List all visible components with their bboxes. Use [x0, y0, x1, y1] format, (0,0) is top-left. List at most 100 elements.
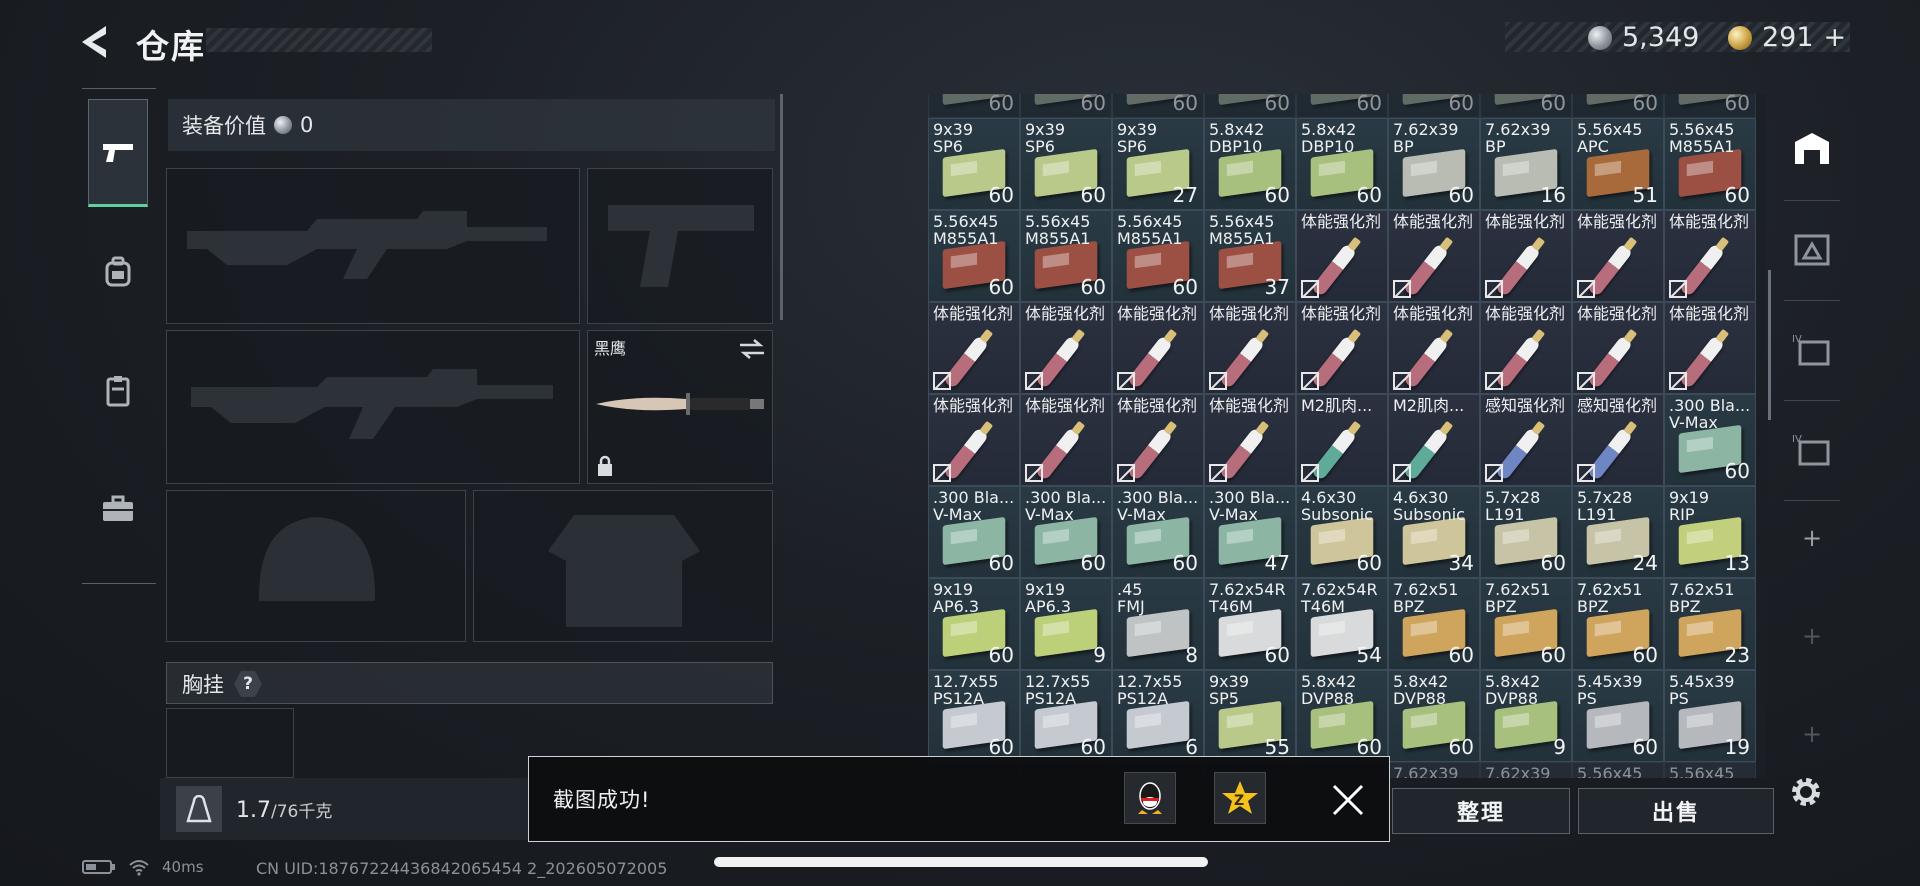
inventory-item[interactable]: 体能强化剂 [1296, 302, 1388, 394]
tool-add-2[interactable]: + [1776, 588, 1848, 684]
inventory-item[interactable]: 60 [1480, 94, 1572, 118]
inventory-item[interactable]: 5.7x28 L191 24 [1572, 486, 1664, 578]
inventory-item[interactable]: 60 [1296, 94, 1388, 118]
inventory-item[interactable]: 5.8x42 DBP10 60 [1296, 118, 1388, 210]
inventory-item[interactable]: 9x39 SP5 55 [1204, 670, 1296, 762]
tool-add-3[interactable]: + [1776, 686, 1848, 782]
inventory-item[interactable]: 5.7x28 L191 60 [1480, 486, 1572, 578]
inventory-item[interactable]: 5.45x39 PS 60 [1572, 670, 1664, 762]
inventory-item[interactable]: 60 [1020, 94, 1112, 118]
inventory-item[interactable]: 7.62x51 BPZ 60 [1572, 578, 1664, 670]
inventory-item[interactable]: 4.6x30 Subsonic 34 [1388, 486, 1480, 578]
pistol-slot[interactable] [587, 168, 773, 324]
inventory-item[interactable]: 9x39 SP6 60 [1020, 118, 1112, 210]
inventory-item[interactable]: 9x39 SP6 60 [928, 118, 1020, 210]
tool-container-1[interactable] [1776, 202, 1848, 298]
tool-container-2[interactable]: IV [1776, 302, 1848, 398]
inventory-item[interactable]: 体能强化剂 [1664, 302, 1756, 394]
inventory-item[interactable]: .300 Bla... V-Max 60 [928, 486, 1020, 578]
inventory-item[interactable]: 60 [1204, 94, 1296, 118]
inventory-item[interactable]: 12.7x55 PS12A 60 [1020, 670, 1112, 762]
equipment-scrollbar[interactable] [780, 94, 783, 320]
tool-warehouse[interactable] [1776, 100, 1848, 196]
share-qzone-button[interactable]: Z [1214, 772, 1266, 824]
chest-rig-slot[interactable] [166, 708, 294, 778]
settings-button[interactable] [1786, 772, 1826, 812]
inventory-item[interactable]: .45 FMJ 8 [1112, 578, 1204, 670]
inventory-item[interactable]: 5.56x45 [1572, 762, 1664, 778]
back-button[interactable] [78, 20, 118, 64]
inventory-item[interactable]: 体能强化剂 [1020, 394, 1112, 486]
inventory-item[interactable]: 体能强化剂 [1388, 210, 1480, 302]
inventory-item[interactable]: 体能强化剂 [1480, 302, 1572, 394]
inventory-item[interactable]: 9x19 AP6.3 60 [928, 578, 1020, 670]
inventory-item[interactable]: 体能强化剂 [928, 302, 1020, 394]
inventory-item[interactable]: 7.62x51 BPZ 60 [1480, 578, 1572, 670]
inventory-item[interactable]: 60 [1664, 94, 1756, 118]
inventory-item[interactable]: 7.62x39 BP 60 [1388, 118, 1480, 210]
tool-container-3[interactable]: IV [1776, 402, 1848, 498]
inventory-item[interactable]: 5.56x45 M855A1 37 [1204, 210, 1296, 302]
primary-weapon-slot[interactable] [166, 168, 580, 324]
inventory-item[interactable]: 体能强化剂 [1572, 302, 1664, 394]
inventory-scrollbar[interactable] [1768, 270, 1771, 420]
inventory-item[interactable]: 感知强化剂 [1572, 394, 1664, 486]
inventory-item[interactable]: M2肌肉... [1388, 394, 1480, 486]
nav-vest[interactable] [88, 337, 148, 445]
inventory-item[interactable]: 9x19 RIP 13 [1664, 486, 1756, 578]
nav-case[interactable] [88, 455, 148, 563]
inventory-item[interactable]: 5.56x45 APC 51 [1572, 118, 1664, 210]
inventory-item[interactable]: 体能强化剂 [1388, 302, 1480, 394]
close-button[interactable] [1328, 780, 1368, 820]
home-indicator[interactable] [714, 857, 1208, 867]
inventory-item[interactable]: 60 [928, 94, 1020, 118]
inventory-item[interactable]: 9x19 AP6.3 9 [1020, 578, 1112, 670]
inventory-item[interactable]: 体能强化剂 [1296, 210, 1388, 302]
inventory-item[interactable]: 9x39 SP6 27 [1112, 118, 1204, 210]
inventory-item[interactable]: 体能强化剂 [1204, 394, 1296, 486]
inventory-item[interactable]: 7.62x51 BPZ 60 [1388, 578, 1480, 670]
inventory-item[interactable]: 7.62x39 BP 16 [1480, 118, 1572, 210]
inventory-item[interactable]: 5.45x39 PS 19 [1664, 670, 1756, 762]
armor-slot[interactable] [473, 490, 773, 642]
secondary-weapon-slot[interactable] [166, 330, 580, 484]
inventory-item[interactable]: 体能强化剂 [1112, 302, 1204, 394]
inventory-item[interactable]: 7.62x39 [1388, 762, 1480, 778]
inventory-item[interactable]: 5.56x45 M855A1 60 [928, 210, 1020, 302]
inventory-item[interactable]: .300 Bla... V-Max 60 [1664, 394, 1756, 486]
melee-slot[interactable]: 黑鹰 [587, 330, 773, 484]
inventory-item[interactable]: 体能强化剂 [1480, 210, 1572, 302]
gold-add-button[interactable]: + [1824, 22, 1847, 53]
currency-gold[interactable]: 291 + [1728, 22, 1846, 53]
share-qq-button[interactable] [1124, 772, 1176, 824]
inventory-item[interactable]: 7.62x54R T46M 54 [1296, 578, 1388, 670]
inventory-item[interactable]: 12.7x55 PS12A 6 [1112, 670, 1204, 762]
inventory-item[interactable]: 5.56x45 M855A1 60 [1664, 118, 1756, 210]
inventory-item[interactable]: 60 [1572, 94, 1664, 118]
sell-button[interactable]: 出售 [1578, 788, 1774, 834]
inventory-item[interactable]: 体能强化剂 [1204, 302, 1296, 394]
inventory-item[interactable]: .300 Bla... V-Max 60 [1112, 486, 1204, 578]
inventory-item[interactable]: 5.8x42 DBP10 60 [1204, 118, 1296, 210]
inventory-item[interactable]: 4.6x30 Subsonic 60 [1296, 486, 1388, 578]
inventory-item[interactable]: 7.62x39 [1480, 762, 1572, 778]
inventory-item[interactable]: 5.8x42 DVP88 9 [1480, 670, 1572, 762]
inventory-item[interactable]: 5.56x45 M855A1 60 [1020, 210, 1112, 302]
nav-weapons[interactable] [88, 99, 148, 207]
inventory-item[interactable]: 体能强化剂 [1664, 210, 1756, 302]
inventory-item[interactable]: 60 [1388, 94, 1480, 118]
inventory-item[interactable]: 5.56x45 [1664, 762, 1756, 778]
sort-button[interactable]: 整理 [1392, 788, 1570, 834]
inventory-item[interactable]: 感知强化剂 [1480, 394, 1572, 486]
inventory-item[interactable]: 5.56x45 M855A1 60 [1112, 210, 1204, 302]
inventory-item[interactable]: M2肌肉... [1296, 394, 1388, 486]
inventory-item[interactable]: 5.8x42 DVP88 60 [1388, 670, 1480, 762]
inventory-item[interactable]: 5.8x42 DVP88 60 [1296, 670, 1388, 762]
inventory-item[interactable]: .300 Bla... V-Max 60 [1020, 486, 1112, 578]
inventory-item[interactable]: 体能强化剂 [928, 394, 1020, 486]
inventory-item[interactable]: .300 Bla... V-Max 47 [1204, 486, 1296, 578]
helmet-slot[interactable] [166, 490, 466, 642]
inventory-item[interactable]: 体能强化剂 [1572, 210, 1664, 302]
inventory-item[interactable]: 体能强化剂 [1112, 394, 1204, 486]
inventory-item[interactable]: 7.62x54R T46M 60 [1204, 578, 1296, 670]
